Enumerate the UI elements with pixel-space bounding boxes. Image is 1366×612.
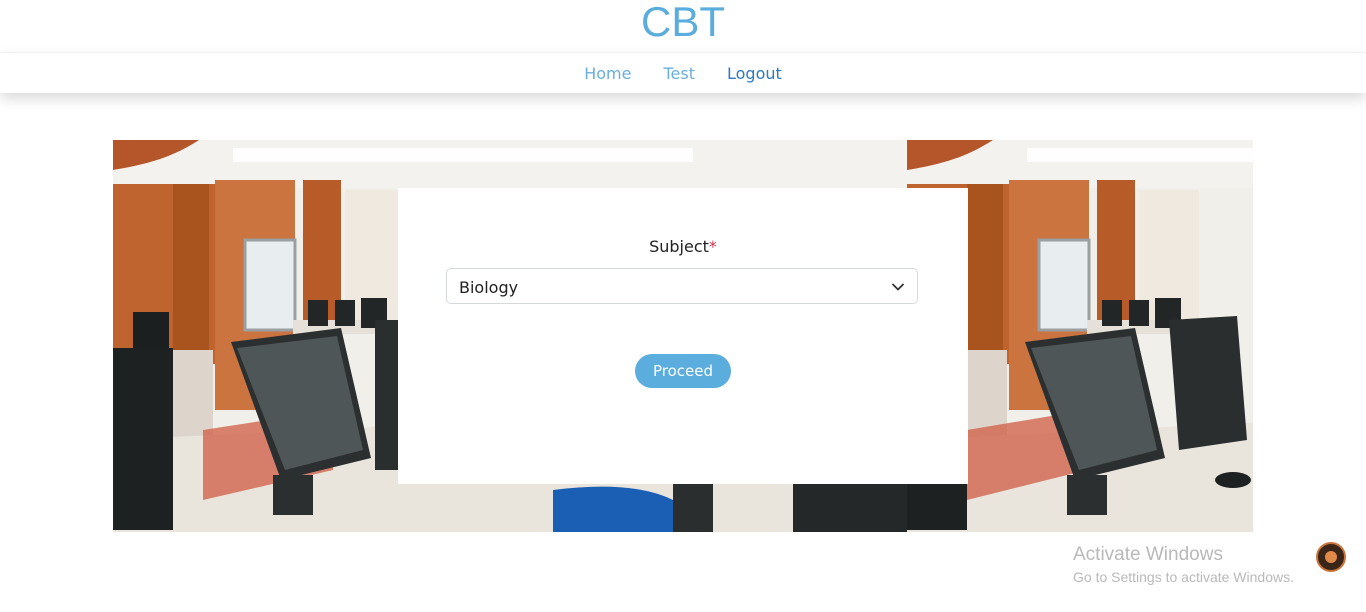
subject-label: Subject* [398,237,968,256]
subject-select[interactable]: Biology [446,268,918,304]
activate-windows-subtitle: Go to Settings to activate Windows. [1073,569,1294,585]
nav-home-link[interactable]: Home [584,64,631,83]
activate-windows-title: Activate Windows [1073,544,1223,565]
app-tray-icon[interactable] [1316,542,1346,572]
brand-title: CBT [641,0,725,45]
proceed-button[interactable]: Proceed [635,354,731,388]
required-asterisk: * [708,237,717,256]
top-navbar: Home Test Logout [0,52,1366,93]
nav-logout-link[interactable]: Logout [727,64,782,83]
chevron-down-icon [892,283,904,291]
subject-label-text: Subject [649,237,709,256]
subject-selection-card: Subject* Biology Proceed [398,188,968,484]
subject-select-value: Biology [459,278,519,297]
activate-windows-watermark: Activate Windows Go to Settings to activ… [1073,544,1294,588]
nav-test-link[interactable]: Test [663,64,695,83]
